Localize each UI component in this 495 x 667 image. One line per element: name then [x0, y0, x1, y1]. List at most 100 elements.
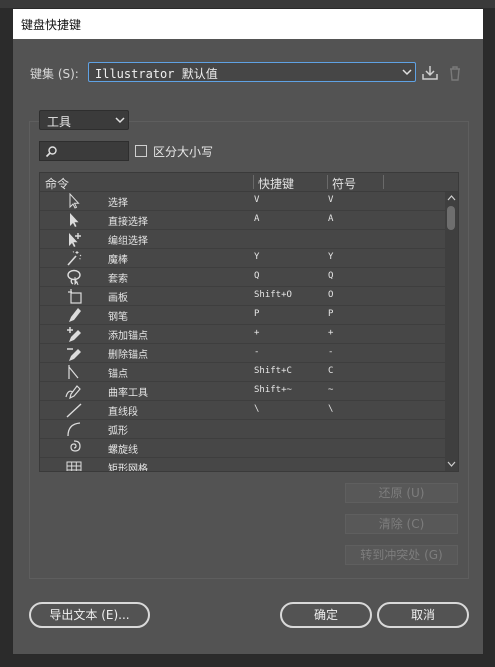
table-row[interactable]: 魔棒 Y Y: [40, 249, 445, 268]
ok-button[interactable]: 确定: [280, 602, 372, 628]
column-divider[interactable]: [327, 175, 328, 189]
command-name: 编组选择: [108, 236, 148, 247]
symbol-value[interactable]: Q: [328, 271, 333, 281]
artboard-icon: [68, 289, 82, 304]
scroll-down-icon[interactable]: [447, 460, 456, 468]
shortcut-value[interactable]: \: [254, 404, 259, 414]
search-input[interactable]: [39, 141, 129, 161]
clear-button[interactable]: 清除 (C): [345, 514, 458, 534]
category-value: 工具: [47, 115, 72, 129]
table-scrollbar[interactable]: [445, 192, 458, 471]
shortcut-value[interactable]: +: [254, 328, 259, 338]
shortcut-value[interactable]: Shift+O: [254, 290, 292, 300]
symbol-value[interactable]: A: [328, 214, 333, 224]
command-name: 螺旋线: [108, 445, 138, 456]
column-divider[interactable]: [383, 175, 384, 189]
table-row[interactable]: 选择 V V: [40, 192, 445, 211]
direct-selection-icon: [70, 213, 79, 227]
add-anchor-icon: [67, 327, 81, 342]
shortcut-value[interactable]: -: [254, 347, 259, 357]
symbol-value[interactable]: P: [328, 309, 333, 319]
case-sensitive-checkbox[interactable]: [135, 145, 147, 157]
table-row[interactable]: 曲率工具 Shift+~ ~: [40, 382, 445, 401]
keyset-label: 键集 (S):: [30, 67, 79, 81]
symbol-value[interactable]: -: [328, 347, 333, 357]
symbol-value[interactable]: C: [328, 366, 333, 376]
cancel-button[interactable]: 取消: [377, 602, 469, 628]
symbol-value[interactable]: \: [328, 404, 333, 414]
undo-button[interactable]: 还原 (U): [345, 483, 458, 503]
scrollbar-thumb[interactable]: [447, 206, 455, 230]
table-row[interactable]: 删除锚点 - -: [40, 344, 445, 363]
shortcut-value[interactable]: P: [254, 309, 259, 319]
shortcut-value[interactable]: Q: [254, 271, 259, 281]
command-name: 锚点: [108, 369, 128, 380]
category-select[interactable]: 工具: [39, 110, 129, 130]
keyset-select[interactable]: Illustrator 默认值: [88, 62, 416, 82]
table-row[interactable]: 弧形: [40, 420, 445, 439]
dialog-title: 键盘快捷键: [21, 18, 82, 32]
command-name: 曲率工具: [108, 388, 148, 399]
header-symbol[interactable]: 符号: [332, 175, 356, 192]
chevron-down-icon: [402, 69, 412, 76]
table-row[interactable]: 直接选择 A A: [40, 211, 445, 230]
shortcut-value[interactable]: A: [254, 214, 259, 224]
pen-icon: [69, 308, 81, 322]
table-row[interactable]: 矩形网格: [40, 458, 445, 472]
goto-conflict-button[interactable]: 转到冲突处 (G): [345, 545, 458, 565]
command-name: 魔棒: [108, 255, 128, 266]
line-segment-icon: [66, 403, 82, 418]
table-row[interactable]: 直线段 \ \: [40, 401, 445, 420]
dialog-titlebar: 键盘快捷键: [13, 9, 483, 39]
command-name: 矩形网格: [108, 464, 148, 472]
save-keyset-icon[interactable]: [421, 65, 439, 81]
shortcut-value[interactable]: Shift+~: [254, 385, 292, 395]
command-name: 画板: [108, 293, 128, 304]
keyset-value: Illustrator 默认值: [95, 67, 218, 81]
lasso-icon: [67, 269, 81, 285]
magic-wand-icon: [67, 251, 82, 266]
symbol-value[interactable]: Y: [328, 252, 333, 262]
delete-keyset-icon[interactable]: [447, 65, 463, 81]
spiral-icon: [70, 440, 81, 452]
table-row[interactable]: 钢笔 P P: [40, 306, 445, 325]
table-row[interactable]: 画板 Shift+O O: [40, 287, 445, 306]
command-name: 添加锚点: [108, 331, 148, 342]
symbol-value[interactable]: V: [328, 195, 333, 205]
command-name: 直线段: [108, 407, 138, 418]
command-name: 删除锚点: [108, 350, 148, 361]
column-divider[interactable]: [253, 175, 254, 189]
search-icon: [45, 146, 57, 158]
command-name: 弧形: [108, 426, 128, 437]
delete-anchor-icon: [67, 348, 81, 361]
table-row[interactable]: 螺旋线: [40, 439, 445, 458]
shortcut-value[interactable]: Y: [254, 252, 259, 262]
symbol-value[interactable]: O: [328, 290, 333, 300]
table-body: 选择 V V 直接选择 A A 编组选择 魔棒 Y Y 套索 Q Q 画板 Sh…: [40, 192, 445, 472]
command-name: 钢笔: [108, 312, 128, 323]
selection-arrow-icon: [69, 193, 80, 209]
command-name: 直接选择: [108, 217, 148, 228]
shortcut-value[interactable]: V: [254, 195, 259, 205]
table-row[interactable]: 锚点 Shift+C C: [40, 363, 445, 382]
command-name: 选择: [108, 198, 128, 209]
table-row[interactable]: 套索 Q Q: [40, 268, 445, 287]
chevron-down-icon: [115, 117, 125, 124]
case-sensitive-label: 区分大小写: [153, 145, 214, 159]
shortcut-value[interactable]: Shift+C: [254, 366, 292, 376]
anchor-point-icon: [68, 365, 79, 379]
symbol-value[interactable]: ~: [328, 385, 333, 395]
table-row[interactable]: 添加锚点 + +: [40, 325, 445, 344]
symbol-value[interactable]: +: [328, 328, 333, 338]
header-shortcut[interactable]: 快捷键: [258, 175, 294, 192]
table-row[interactable]: 编组选择: [40, 230, 445, 249]
table-header: 命令 快捷键 符号: [40, 173, 458, 192]
curvature-icon: [65, 385, 81, 399]
shortcuts-table: 命令 快捷键 符号 选择 V V 直接选择 A A 编组选择 魔棒 Y Y 套索…: [39, 172, 459, 472]
export-text-button[interactable]: 导出文本 (E)...: [29, 602, 150, 628]
rectangular-grid-icon: [66, 461, 82, 471]
header-command[interactable]: 命令: [45, 175, 69, 192]
arc-icon: [67, 422, 81, 437]
scroll-up-icon[interactable]: [447, 194, 456, 202]
group-selection-icon: [69, 233, 81, 247]
